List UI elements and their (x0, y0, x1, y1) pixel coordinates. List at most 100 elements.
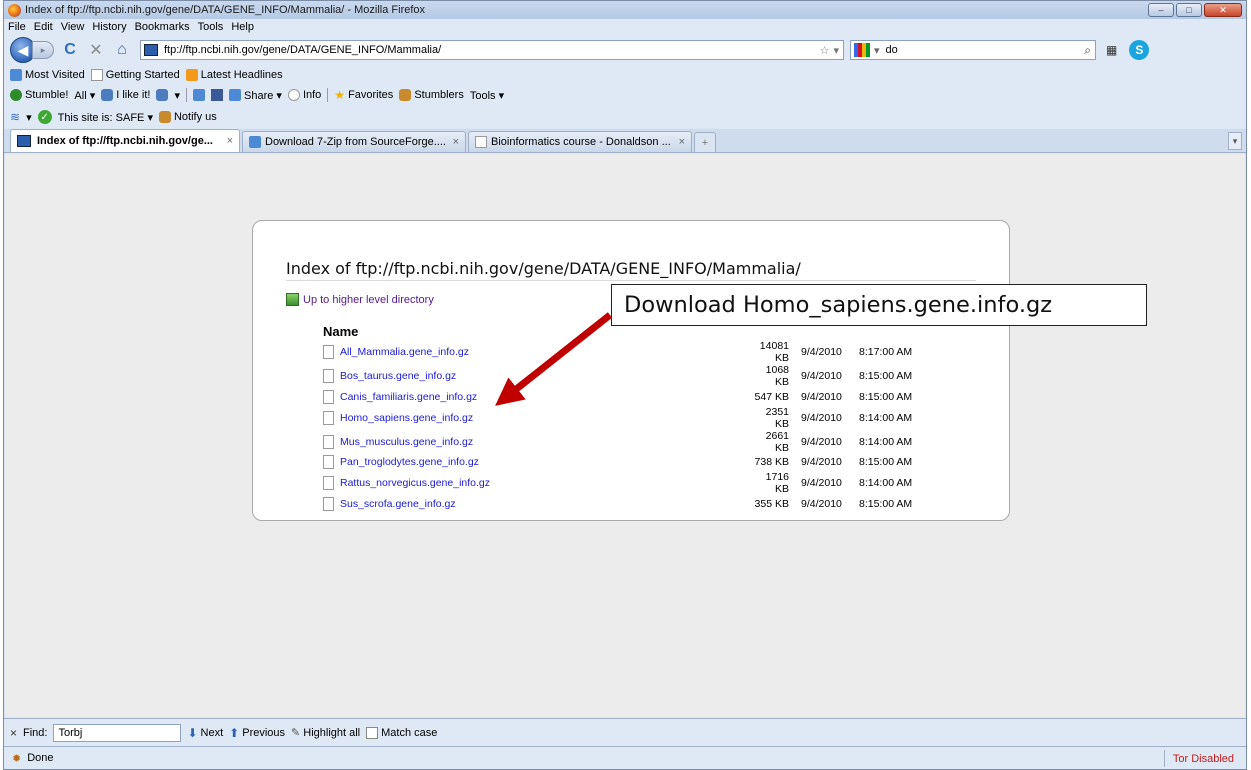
match-case-label: Match case (381, 726, 438, 739)
file-link[interactable]: Homo_sapiens.gene_info.gz (340, 411, 473, 423)
file-icon (323, 496, 334, 511)
file-time: 8:14:00 AM (859, 411, 913, 424)
tor-status-button[interactable]: Tor Disabled (1163, 750, 1242, 767)
info-button[interactable]: Info (287, 89, 321, 101)
file-row: Sus_scrofa.gene_info.gz 355 KB 9/4/2010 8:1… (323, 495, 939, 513)
status-icon: ✹ (12, 752, 22, 765)
safety-toolbar: ≋ ▾ ✓ This site is: SAFE ▾ Notify us (4, 106, 1246, 128)
notify-label: Notify us (173, 111, 217, 123)
file-size: 547 KB (754, 390, 789, 403)
file-row: Homo_sapiens.gene_info.gz 2351 KB 9/4/2010… (323, 406, 939, 430)
find-next-button[interactable]: ⬇ Next (187, 726, 223, 740)
window-title: Index of ftp://ftp.ncbi.nih.gov/gene/DAT… (25, 4, 426, 16)
i-like-it-button[interactable]: I like it! (101, 89, 150, 101)
url-bar[interactable]: ftp://ftp.ncbi.nih.gov/gene/DATA/GENE_IN… (140, 40, 844, 60)
stumble-button[interactable]: Stumble! (10, 89, 68, 101)
tab-ftp-index[interactable]: Index of ftp://ftp.ncbi.nih.gov/ge... × (10, 129, 240, 152)
bookmark-most-visited[interactable]: Most Visited (10, 68, 85, 81)
people-icon (158, 111, 171, 123)
bookmark-latest-headlines[interactable]: Latest Headlines (185, 68, 283, 81)
url-bar-controls: ☆ ▾ (820, 44, 843, 57)
toolbar-separator (186, 88, 187, 102)
file-time: 8:15:00 AM (859, 456, 913, 469)
home-icon[interactable]: ⌂ (112, 40, 132, 60)
share-button[interactable]: Share ▾ (229, 89, 282, 102)
file-time: 8:14:00 AM (859, 435, 913, 448)
tab-bioinformatics[interactable]: Bioinformatics course - Donaldson ... × (468, 131, 692, 152)
site-identity-icon[interactable] (144, 44, 158, 56)
bookmark-label: Latest Headlines (200, 68, 283, 81)
highlight-all-button[interactable]: ✎ Highlight all (291, 726, 360, 740)
bookmark-star-icon[interactable]: ☆ (820, 44, 830, 57)
match-case-checkbox[interactable]: Match case (366, 726, 438, 739)
file-date: 9/4/2010 (801, 435, 842, 448)
tab-close-icon[interactable]: × (227, 135, 233, 147)
file-link[interactable]: All_Mammalia.gene_info.gz (340, 346, 469, 358)
tab-close-icon[interactable]: × (679, 136, 685, 148)
menu-help[interactable]: Help (231, 21, 254, 33)
file-link[interactable]: Canis_familiaris.gene_info.gz (340, 391, 477, 403)
find-close-icon[interactable]: × (10, 726, 17, 740)
file-link[interactable]: Pan_troglodytes.gene_info.gz (340, 456, 479, 468)
google-icon[interactable] (854, 43, 870, 57)
signal-icon[interactable]: ≋ (10, 110, 20, 124)
facebook-icon[interactable] (211, 89, 223, 101)
file-icon (323, 345, 334, 359)
toolbar-separator (327, 88, 329, 102)
tools-dropdown[interactable]: Tools ▾ (470, 89, 504, 102)
maximize-button[interactable]: □ (1176, 3, 1202, 17)
thumbs-down-icon[interactable] (156, 89, 169, 101)
tab-list-button[interactable]: ▾ (1228, 132, 1242, 150)
tab-close-icon[interactable]: × (453, 136, 459, 148)
search-engine-dropdown[interactable]: ▾ (874, 44, 880, 57)
menu-view[interactable]: View (61, 21, 85, 33)
up-link-label[interactable]: Up to higher level directory (303, 294, 434, 306)
annotation-callout: Download Homo_sapiens.gene.info.gz (611, 284, 1147, 326)
tab-7zip[interactable]: Download 7-Zip from SourceForge.... × (242, 131, 466, 152)
find-previous-button[interactable]: ⬆ Previous (229, 726, 285, 740)
menu-tools[interactable]: Tools (198, 21, 224, 33)
directory-listing: Index of ftp://ftp.ncbi.nih.gov/gene/DAT… (252, 220, 1010, 521)
stop-icon[interactable]: ✕ (86, 40, 106, 60)
reload-icon[interactable]: C (60, 40, 80, 60)
bookmark-getting-started[interactable]: Getting Started (90, 68, 180, 81)
checkbox-box[interactable] (366, 726, 379, 739)
site-safety-status[interactable]: This site is: SAFE ▾ (58, 111, 153, 124)
file-time: 8:15:00 AM (859, 370, 913, 382)
tab-label: Bioinformatics course - Donaldson ... (491, 136, 671, 148)
stumblers-button[interactable]: Stumblers (399, 89, 464, 101)
tag-icon[interactable] (193, 89, 205, 101)
search-go-icon[interactable]: ⌕ (1084, 43, 1091, 58)
file-table: All_Mammalia.gene_info.gz 14081 KB 9/4/201… (323, 340, 939, 513)
signal-dropdown[interactable]: ▾ (26, 111, 32, 124)
grid-icon[interactable]: ▦ (1106, 43, 1117, 57)
find-input[interactable]: Torbj (53, 723, 182, 742)
close-window-button[interactable]: ✕ (1204, 3, 1242, 17)
file-date: 9/4/2010 (801, 497, 842, 510)
file-link[interactable]: Bos_taurus.gene_info.gz (340, 370, 456, 382)
notify-us-button[interactable]: Notify us (158, 111, 217, 123)
favorites-button[interactable]: ★ Favorites (334, 88, 393, 102)
file-link[interactable]: Mus_musculus.gene_info.gz (340, 435, 473, 447)
search-input[interactable]: do (886, 44, 898, 56)
menu-edit[interactable]: Edit (34, 21, 53, 33)
all-dropdown[interactable]: All ▾ (74, 89, 95, 102)
thumbs-dropdown[interactable]: ▾ (174, 89, 180, 102)
browser-window: Index of ftp://ftp.ncbi.nih.gov/gene/DAT… (3, 0, 1247, 770)
firefox-icon (8, 3, 21, 17)
url-text[interactable]: ftp://ftp.ncbi.nih.gov/gene/DATA/GENE_IN… (164, 44, 441, 56)
menu-file[interactable]: File (8, 21, 26, 33)
new-tab-button[interactable]: + (694, 132, 716, 152)
search-bar[interactable]: ▾ do ⌕ (850, 40, 1096, 60)
file-icon (323, 434, 334, 449)
skype-icon[interactable]: S (1129, 40, 1150, 60)
file-row: Canis_familiaris.gene_info.gz 547 KB 9/4/2… (323, 388, 939, 406)
url-history-dropdown[interactable]: ▾ (833, 44, 839, 57)
forward-dropdown-button[interactable]: ▸ (32, 41, 54, 59)
file-link[interactable]: Sus_scrofa.gene_info.gz (340, 498, 456, 510)
menu-history[interactable]: History (92, 21, 126, 33)
minimize-button[interactable]: – (1148, 3, 1174, 17)
menu-bookmarks[interactable]: Bookmarks (135, 21, 190, 33)
file-name-cell: All_Mammalia.gene_info.gz (323, 340, 751, 364)
file-link[interactable]: Rattus_norvegicus.gene_info.gz (340, 477, 490, 489)
